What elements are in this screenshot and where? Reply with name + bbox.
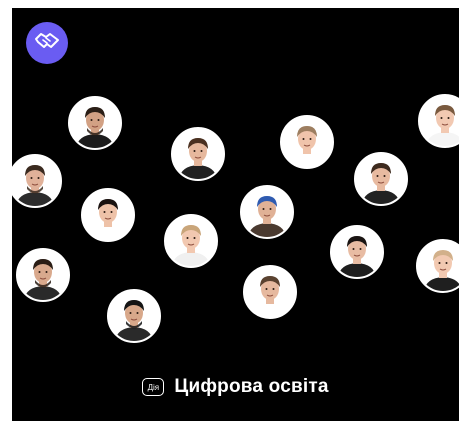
person-portrait	[166, 216, 216, 266]
video-frame: Дія Цифрова освіта	[12, 8, 459, 421]
avatar	[416, 239, 459, 293]
person-portrait	[356, 154, 406, 204]
avatar	[107, 289, 161, 343]
person-portrait	[332, 227, 382, 277]
logo-badge	[26, 22, 68, 64]
avatar	[418, 94, 459, 148]
person-portrait	[109, 291, 159, 341]
person-portrait	[70, 98, 120, 148]
handshake-icon	[34, 31, 60, 56]
person-portrait	[282, 117, 332, 167]
avatar	[164, 214, 218, 268]
avatar	[330, 225, 384, 279]
avatar	[171, 127, 225, 181]
person-portrait	[173, 129, 223, 179]
avatar	[81, 188, 135, 242]
person-portrait	[12, 156, 60, 206]
person-portrait	[242, 187, 292, 237]
person-portrait	[418, 241, 459, 291]
avatar	[16, 248, 70, 302]
person-portrait	[18, 250, 68, 300]
avatar	[12, 154, 62, 208]
avatar	[240, 185, 294, 239]
brand-lockup: Дія Цифрова освіта	[12, 376, 459, 398]
diia-badge: Дія	[142, 378, 165, 396]
brand-title: Цифрова освіта	[174, 376, 329, 397]
avatar	[243, 265, 297, 319]
avatar	[68, 96, 122, 150]
person-portrait	[83, 190, 133, 240]
person-portrait	[420, 96, 459, 146]
avatar	[354, 152, 408, 206]
person-portrait	[245, 267, 295, 317]
avatar	[280, 115, 334, 169]
